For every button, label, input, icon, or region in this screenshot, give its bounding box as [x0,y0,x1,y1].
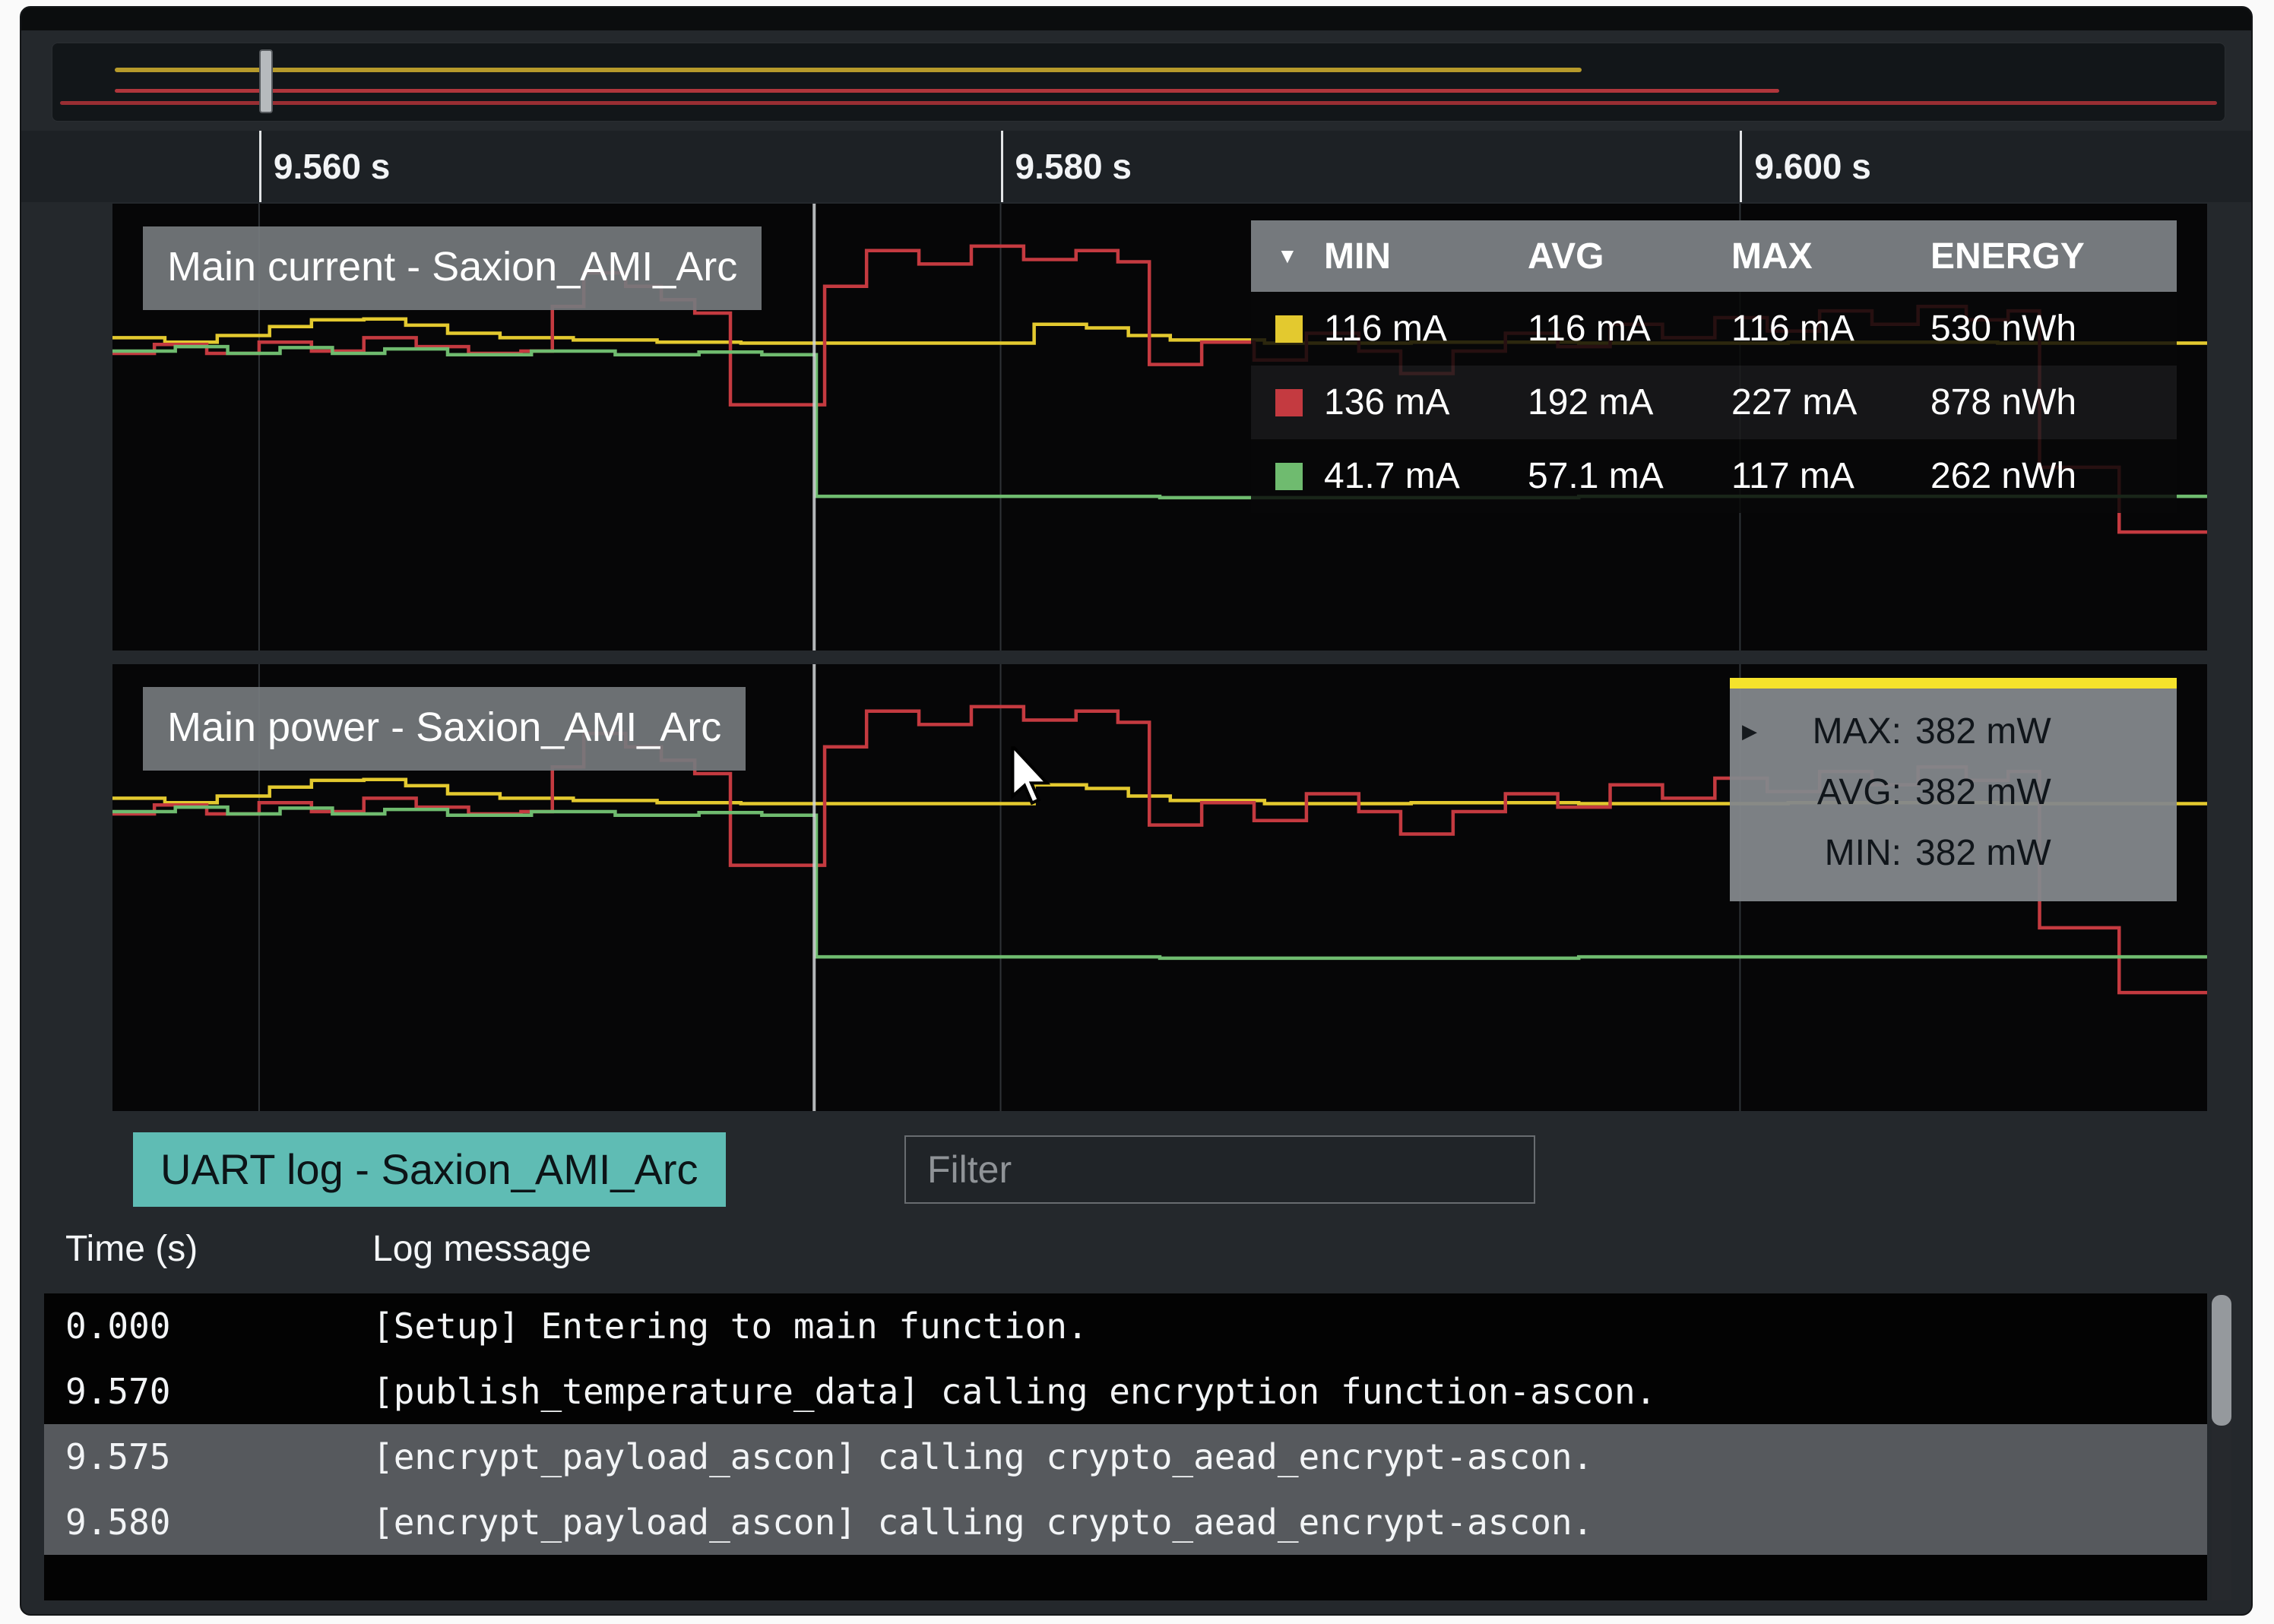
tooltip-label: MAX: [1812,711,1902,752]
log-col-message: Log message [372,1229,592,1269]
stat-value: 116 mA [1528,309,1651,349]
log-time: 9.575 [65,1436,171,1477]
log-row[interactable]: 9.570 [publish_temperature_data] calling… [44,1359,2207,1424]
tooltip-row-min: MIN: 382 mW [1730,822,2177,883]
time-tick: 9.580 s [1000,131,1132,202]
tooltip-value: 382 mW [1915,832,2051,873]
overview-yellow-trace [115,68,1582,72]
window-top-strip [21,8,2251,30]
tooltip-label: MIN: [1824,832,1902,873]
uart-log-title: UART log - Saxion_AMI_Arc [133,1132,726,1207]
log-time: 9.570 [65,1371,171,1412]
log-col-time: Time (s) [65,1229,198,1269]
stat-value: 262 nWh [1930,456,2077,496]
tooltip-value: 382 mW [1915,711,2051,752]
stats-col-avg: AVG [1528,236,1604,277]
log-filter-input[interactable] [904,1135,1535,1204]
log-time: 9.580 [65,1502,171,1543]
stat-value: 878 nWh [1930,382,2077,423]
log-scrollbar[interactable] [2212,1293,2231,1600]
main-current-chart[interactable]: Main current - Saxion_AMI_Arc ▼ MIN AVG … [112,204,2207,651]
log-row-highlighted[interactable]: 9.580 [encrypt_payload_ascon] calling cr… [44,1489,2207,1555]
overview-red-trace [115,89,1779,93]
stats-col-max: MAX [1731,236,1813,277]
tooltip-row-max: ▶ MAX: 382 mW [1730,701,2177,761]
log-time: 0.000 [65,1306,171,1347]
stats-table: ▼ MIN AVG MAX ENERGY 116 mA 116 mA 116 m… [1251,220,2177,513]
stat-value: 57.1 mA [1528,456,1664,496]
time-axis[interactable]: 9.560 s 9.580 s 9.600 s [21,131,2251,202]
stats-col-energy: ENERGY [1930,236,2085,277]
log-message: [encrypt_payload_ascon] calling crypto_a… [372,1436,1594,1477]
main-power-chart[interactable]: Main power - Saxion_AMI_Arc ▶ MAX: 382 m… [112,664,2207,1111]
stat-value: 192 mA [1528,382,1654,423]
timeline-overview[interactable] [52,43,2225,122]
green-channel-swatch [1275,462,1303,490]
uart-log-table[interactable]: 0.000 [Setup] Entering to main function.… [44,1293,2207,1600]
time-tick: 9.560 s [258,131,390,202]
stats-row-red[interactable]: 136 mA 192 mA 227 mA 878 nWh [1251,366,2177,439]
time-tick: 9.600 s [1740,131,1871,202]
log-scrollbar-thumb[interactable] [2212,1295,2231,1426]
power-chart-title: Main power - Saxion_AMI_Arc [143,687,746,771]
stat-value: 116 mA [1731,309,1854,349]
overview-scrubber-handle[interactable] [259,49,273,113]
tooltip-marker-icon: ▶ [1742,719,1757,742]
red-channel-swatch [1275,388,1303,416]
tooltip-row-avg: AVG: 382 mW [1730,761,2177,822]
log-row[interactable]: 0.000 [Setup] Entering to main function. [44,1293,2207,1359]
power-value-tooltip: ▶ MAX: 382 mW AVG: 382 mW MIN: 382 mW [1730,678,2177,901]
log-message: [encrypt_payload_ascon] calling crypto_a… [372,1502,1594,1543]
current-chart-title: Main current - Saxion_AMI_Arc [143,226,762,310]
mouse-cursor [1011,746,1051,806]
sort-caret-icon[interactable]: ▼ [1251,244,1324,268]
tooltip-accent-bar [1730,678,2177,689]
analyzer-window: 9.560 s 9.580 s 9.600 s Main current - S… [20,6,2253,1616]
stats-row-green[interactable]: 41.7 mA 57.1 mA 117 mA 262 nWh [1251,439,2177,513]
tooltip-value: 382 mW [1915,771,2051,812]
stat-value: 530 nWh [1930,309,2077,349]
stat-value: 136 mA [1324,382,1450,423]
yellow-channel-swatch [1275,315,1303,343]
stat-value: 117 mA [1731,456,1854,496]
stat-value: 41.7 mA [1324,456,1460,496]
log-message: [publish_temperature_data] calling encry… [372,1371,1657,1412]
stats-row-yellow[interactable]: 116 mA 116 mA 116 mA 530 nWh [1251,292,2177,366]
tooltip-label: AVG: [1816,771,1902,812]
stats-header[interactable]: ▼ MIN AVG MAX ENERGY [1251,220,2177,292]
log-row-highlighted[interactable]: 9.575 [encrypt_payload_ascon] calling cr… [44,1424,2207,1489]
stats-col-min: MIN [1324,236,1391,277]
stat-value: 227 mA [1731,382,1858,423]
stat-value: 116 mA [1324,309,1447,349]
overview-red-full-trace [60,101,2217,105]
log-message: [Setup] Entering to main function. [372,1306,1088,1347]
